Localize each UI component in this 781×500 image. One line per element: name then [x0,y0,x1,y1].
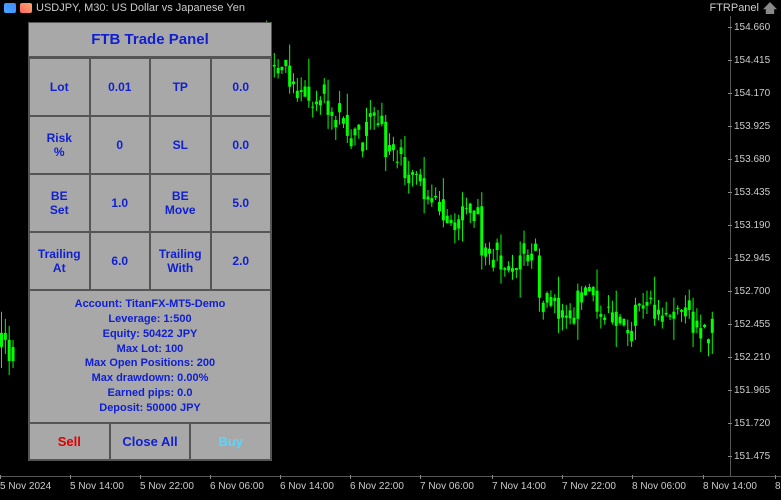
time-tick: 8 Nov 14:00 [703,481,757,492]
param-label: Lot [29,58,90,116]
symbol-label: USDJPY, M30: [36,2,109,14]
param-value[interactable]: 0.0 [211,116,272,174]
price-tick: 152.945 [734,253,770,264]
time-tick: 5 Nov 14:00 [70,481,124,492]
price-tick: 152.455 [734,319,770,330]
param-value[interactable]: 0 [90,116,151,174]
info-line: Account: TitanFX-MT5-Demo [30,297,270,312]
time-tick: 5 Nov 2024 [0,481,51,492]
action-row: Sell Close All Buy [29,423,271,460]
param-value[interactable]: 0.01 [90,58,151,116]
param-label: TrailingAt [29,232,90,290]
price-tick: 153.925 [734,121,770,132]
sell-button[interactable]: Sell [29,423,110,460]
price-tick: 152.210 [734,352,770,363]
price-tick: 153.435 [734,187,770,198]
app-icon [4,3,16,13]
info-line: Max drawdown: 0.00% [30,371,270,386]
param-label: Risk% [29,116,90,174]
time-tick: 5 Nov 22:00 [140,481,194,492]
info-line: Max Lot: 100 [30,342,270,357]
param-value[interactable]: 6.0 [90,232,151,290]
title-bar: USDJPY, M30: US Dollar vs Japanese Yen F… [0,0,781,16]
param-label: BEMove [150,174,211,232]
param-value[interactable]: 2.0 [211,232,272,290]
title-right: FTRPanel [709,2,777,14]
param-label: TrailingWith [150,232,211,290]
param-label: BESet [29,174,90,232]
time-tick: 7 Nov 06:00 [420,481,474,492]
time-scale: 5 Nov 2024 5 Nov 14:00 5 Nov 22:00 6 Nov 06… [0,476,781,500]
time-tick: 8 Nov 06:00 [632,481,686,492]
buy-button[interactable]: Buy [190,423,271,460]
panel-name: FTRPanel [709,2,759,14]
close-all-button[interactable]: Close All [110,423,191,460]
info-line: Max Open Positions: 200 [30,356,270,371]
expert-icon [763,2,777,14]
param-label: SL [150,116,211,174]
time-tick: 8 Nov 22:00 [775,481,781,492]
info-line: Equity: 50422 JPY [30,327,270,342]
price-tick: 151.475 [734,451,770,462]
symbol-desc: US Dollar vs Japanese Yen [112,2,245,14]
chart-icon [20,3,32,13]
price-tick: 153.680 [734,154,770,165]
param-label: TP [150,58,211,116]
price-tick: 154.660 [734,22,770,33]
param-value[interactable]: 5.0 [211,174,272,232]
price-tick: 152.700 [734,286,770,297]
info-line: Leverage: 1:500 [30,312,270,327]
price-tick: 153.190 [734,220,770,231]
panel-title: FTB Trade Panel [29,23,271,58]
info-line: Deposit: 50000 JPY [30,401,270,416]
param-value[interactable]: 0.0 [211,58,272,116]
price-tick: 151.720 [734,418,770,429]
param-value[interactable]: 1.0 [90,174,151,232]
price-tick: 154.170 [734,88,770,99]
time-tick: 6 Nov 14:00 [280,481,334,492]
price-tick: 154.415 [734,55,770,66]
price-tick: 151.965 [734,385,770,396]
time-tick: 6 Nov 22:00 [350,481,404,492]
account-info: Account: TitanFX-MT5-DemoLeverage: 1:500… [29,290,271,423]
trade-panel: FTB Trade Panel Lot0.01TP0.0Risk%0SL0.0B… [28,22,272,461]
price-scale: 154.660 154.415 154.170 153.925 153.680 153.4… [730,16,781,476]
time-tick: 7 Nov 14:00 [492,481,546,492]
info-line: Earned pips: 0.0 [30,386,270,401]
time-tick: 6 Nov 06:00 [210,481,264,492]
title-text: USDJPY, M30: US Dollar vs Japanese Yen [36,2,705,14]
time-tick: 7 Nov 22:00 [562,481,616,492]
